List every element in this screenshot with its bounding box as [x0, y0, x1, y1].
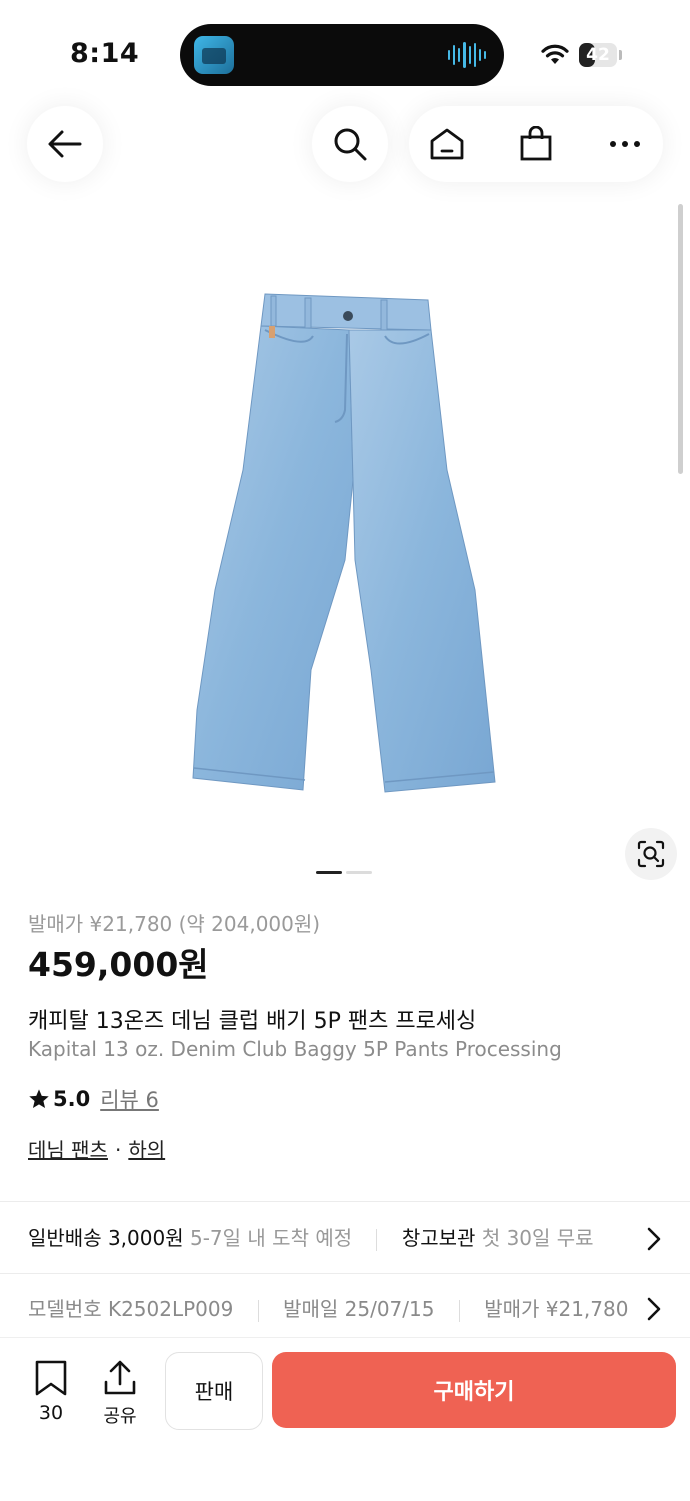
chevron-right-icon[interactable] — [646, 1296, 662, 1322]
category-breadcrumb: 데님 팬츠 · 하의 — [28, 1134, 165, 1163]
carousel-indicator — [316, 871, 372, 874]
audio-wave-icon — [448, 41, 486, 69]
sell-button[interactable]: 판매 — [165, 1352, 263, 1430]
product-name-english: Kapital 13 oz. Denim Club Baggy 5P Pants… — [28, 1037, 562, 1061]
image-search-icon — [637, 840, 665, 868]
rating-score: 5.0 — [53, 1087, 91, 1111]
release-date: 발매일 25/07/15 — [283, 1297, 435, 1321]
search-icon — [334, 128, 367, 161]
current-price: 459,000원 — [28, 945, 209, 984]
wifi-icon — [541, 44, 569, 64]
star-icon — [29, 1089, 49, 1108]
home-icon — [430, 128, 464, 160]
separator — [458, 1299, 460, 1322]
battery-level: 42 — [586, 45, 610, 65]
category-bottoms-link[interactable]: 하의 — [128, 1138, 165, 1162]
divider — [0, 1201, 690, 1202]
rating-row: 5.0 리뷰 6 — [28, 1084, 159, 1114]
bookmark-count: 30 — [38, 1402, 64, 1424]
share-icon — [104, 1360, 136, 1395]
share-label: 공유 — [103, 1406, 137, 1427]
product-image[interactable] — [185, 290, 505, 800]
chevron-right-icon[interactable] — [646, 1226, 662, 1252]
category-separator: · — [114, 1138, 122, 1162]
dynamic-island — [180, 24, 504, 86]
share-button[interactable]: 공유 — [96, 1360, 144, 1428]
divider — [0, 1273, 690, 1274]
model-number: 모델번호 K2502LP009 — [28, 1297, 234, 1321]
more-button[interactable] — [587, 106, 663, 182]
carousel-dot[interactable] — [346, 871, 372, 874]
back-button[interactable] — [27, 106, 103, 182]
more-dots-icon — [610, 141, 640, 147]
bookmark-button[interactable]: 30 — [28, 1360, 74, 1424]
shopping-bag-icon — [520, 126, 552, 161]
search-button[interactable] — [312, 106, 388, 182]
status-bar: 8:14 42 — [0, 0, 690, 100]
product-name-korean: 캐피탈 13온즈 데님 클럽 배기 5P 팬츠 프로세싱 — [28, 1009, 477, 1034]
image-search-button[interactable] — [625, 828, 677, 880]
retail-price-short: 발매가 ¥21,780 — [484, 1297, 629, 1321]
storage-label: 창고보관 — [401, 1226, 476, 1250]
carousel-dot[interactable] — [316, 871, 342, 874]
shipping-row[interactable]: 일반배송 3,000원 5-7일 내 도착 예정 창고보관 첫 30일 무료 — [28, 1222, 648, 1256]
category-denim-pants-link[interactable]: 데님 팬츠 — [28, 1138, 108, 1162]
now-playing-app-icon — [194, 36, 234, 74]
shopping-bag-button[interactable] — [498, 106, 574, 182]
back-arrow-icon — [48, 130, 82, 158]
battery-tip — [619, 50, 622, 60]
buy-button[interactable]: 구매하기 — [272, 1352, 676, 1428]
shipping-eta: 5-7일 내 도착 예정 — [189, 1226, 353, 1250]
bookmark-icon — [35, 1360, 67, 1396]
home-button[interactable] — [409, 106, 485, 182]
reviews-link[interactable]: 리뷰 6 — [100, 1084, 159, 1114]
product-meta-row[interactable]: 모델번호 K2502LP009 발매일 25/07/15 발매가 ¥21,780 — [28, 1293, 640, 1327]
separator — [257, 1299, 259, 1322]
nav-action-group — [409, 106, 663, 182]
shipping-label: 일반배송 3,000원 — [28, 1226, 184, 1250]
scrollbar[interactable] — [678, 204, 683, 474]
retail-price: 발매가 ¥21,780 (약 204,000원) — [28, 912, 321, 936]
separator — [376, 1228, 378, 1251]
status-time: 8:14 — [70, 38, 140, 69]
battery-indicator: 42 — [579, 43, 617, 67]
storage-note: 첫 30일 무료 — [481, 1226, 594, 1250]
